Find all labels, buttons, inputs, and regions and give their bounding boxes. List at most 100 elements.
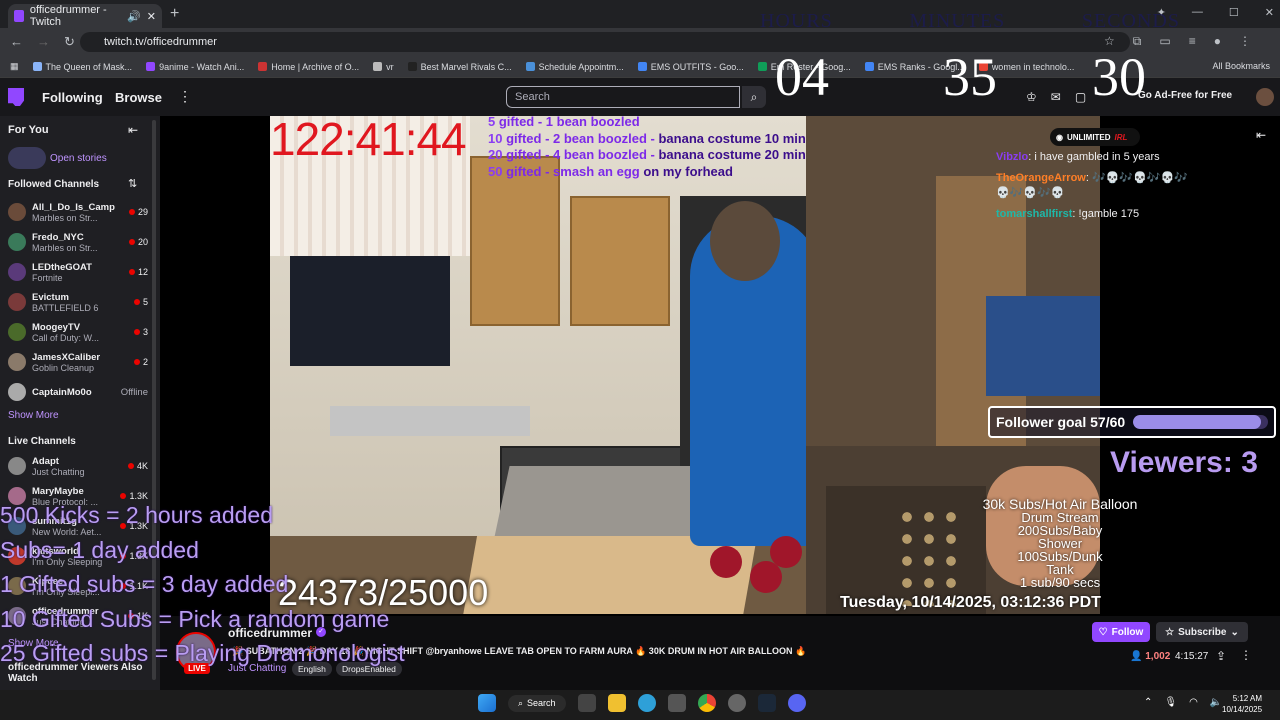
milestone-line: 1 sub/90 secs	[1019, 575, 1101, 590]
inbox-icon[interactable]: ✉	[1051, 90, 1061, 104]
collapse-sidebar-icon[interactable]: ⇤	[128, 123, 138, 137]
minimize-button[interactable]: —	[1192, 6, 1203, 19]
bookmark-item[interactable]: The Queen of Mask...	[32, 62, 132, 72]
unlimited-irl-badge: ◉ UNLIMITED IRL	[1050, 128, 1140, 146]
close-tab-icon[interactable]: ✕	[147, 10, 156, 23]
chevron-up-icon[interactable]: ⌃	[1144, 697, 1152, 708]
sidebar-channel[interactable]: Fredo_NYC Marbles on Str... 20	[8, 228, 148, 256]
viewer-count: 2	[134, 357, 148, 367]
system-tray: ⌃ 🎙 ◠ 🔈	[1144, 697, 1222, 708]
sort-icon[interactable]: ⇅	[128, 177, 137, 190]
kick-rule-line: 25 Gifted subs = Playing Dramonologist	[0, 640, 405, 666]
stream-datetime: Tuesday, 10/14/2025, 03:12:36 PDT	[840, 594, 1101, 611]
speaker-icon[interactable]: 🔊	[127, 10, 141, 23]
all-bookmarks[interactable]: All Bookmarks	[1212, 61, 1270, 71]
bookmark-item[interactable]: Schedule Appointm...	[525, 62, 624, 72]
crown-icon[interactable]: ♔	[1026, 90, 1037, 104]
timer-minutes: 35	[943, 47, 997, 107]
sidebar-channel[interactable]: MoogeyTV Call of Duty: W... 3	[8, 318, 148, 346]
user-avatar[interactable]	[1256, 88, 1274, 106]
app-icon[interactable]	[727, 694, 746, 712]
chat-username[interactable]: TheOrangeArrow	[996, 172, 1086, 184]
bookmark-item[interactable]: Home | Archive of O...	[258, 62, 359, 72]
show-more-followed[interactable]: Show More	[8, 410, 59, 421]
close-window-button[interactable]: ✕	[1265, 6, 1274, 19]
task-view-icon[interactable]	[577, 694, 596, 712]
avatar	[8, 323, 26, 341]
cast-icon[interactable]: ▭	[1159, 34, 1170, 49]
more-options-icon[interactable]: ⋮	[1240, 648, 1252, 662]
kick-rule-line: Subs= 1 day added	[0, 536, 199, 563]
volume-icon[interactable]: 🔈	[1210, 697, 1222, 708]
bookmark-item[interactable]: 9anime - Watch Ani...	[146, 62, 244, 72]
channel-name: MoogeyTV	[32, 321, 81, 333]
bookmark-item[interactable]: Best Marvel Rivals C...	[407, 62, 512, 72]
channel-category: Marbles on Str...	[32, 242, 98, 253]
minutes-label: MINUTES	[909, 10, 1006, 32]
maximize-button[interactable]: ☐	[1229, 6, 1239, 19]
timer-seconds: 30	[1092, 47, 1146, 107]
whispers-icon[interactable]: ▢	[1075, 90, 1086, 104]
search-input[interactable]: Search	[506, 86, 740, 108]
edge-icon[interactable]	[637, 694, 656, 712]
sidebar-channel[interactable]: Adapt Just Chatting 4K	[8, 452, 148, 480]
sidebar-item-offline[interactable]: CaptainMo0o Offline	[8, 378, 148, 406]
media-icon[interactable]: ≡	[1189, 34, 1196, 49]
new-tab-button[interactable]: +	[170, 5, 179, 23]
gift-reward-line: 20 gifted - 4 bean boozled - banana cost…	[488, 147, 806, 162]
reload-icon[interactable]: ↻	[64, 34, 75, 50]
nav-following[interactable]: Following	[42, 90, 103, 105]
taskbar-clock[interactable]: 5:12 AM 10/14/2025	[1222, 693, 1262, 715]
subscribe-button[interactable]: ☆ Subscribe ⌄	[1156, 622, 1248, 642]
channel-category: Call of Duty: W...	[32, 332, 100, 343]
wifi-icon[interactable]: ◠	[1189, 697, 1198, 708]
bookmark-item[interactable]: vr	[373, 62, 394, 72]
offline-status: Offline	[120, 386, 148, 398]
avatar	[8, 263, 26, 281]
store-icon[interactable]	[667, 694, 686, 712]
nav-browse[interactable]: Browse	[115, 90, 162, 105]
sidebar-channel[interactable]: LEDtheGOAT Fortnite 12	[8, 258, 148, 286]
live-channels-heading: Live Channels	[8, 436, 76, 447]
channel-category: Fortnite	[32, 272, 63, 283]
follow-button[interactable]: ♡ Follow	[1092, 622, 1150, 642]
more-vertical-icon[interactable]: ⋮	[178, 88, 192, 105]
menu-icon[interactable]: ⋮	[1239, 34, 1251, 49]
search-icon[interactable]: ⌕	[742, 86, 766, 108]
gift-reward-line: 10 gifted - 2 bean boozled - banana cost…	[488, 130, 806, 146]
avatar	[8, 233, 26, 251]
bookmark-item[interactable]: EMS OUTFITS - Goo...	[637, 62, 744, 72]
chrome-icon[interactable]	[697, 694, 716, 712]
forward-icon[interactable]: →	[37, 34, 50, 50]
hours-label: HOURS	[760, 10, 833, 32]
follower-goal-fill	[1133, 415, 1262, 429]
collapse-chat-icon[interactable]: ⇤	[1256, 128, 1266, 142]
for-you-heading: For You	[8, 124, 49, 136]
stories-avatars[interactable]	[8, 147, 46, 169]
apps-icon[interactable]: ▦	[10, 61, 19, 72]
file-explorer-icon[interactable]	[607, 694, 626, 712]
windows-start-icon[interactable]	[478, 694, 496, 712]
mic-icon[interactable]: 🎙	[1164, 697, 1177, 708]
discord-icon[interactable]	[787, 694, 806, 712]
open-stories-link[interactable]: Open stories	[50, 153, 107, 164]
heart-icon: ♡	[1098, 626, 1108, 638]
browser-tab[interactable]: officedrummer - Twitch 🔊 ✕	[8, 4, 162, 28]
followed-channels-heading: Followed Channels	[8, 179, 100, 190]
person-icon: 👤	[1130, 651, 1143, 662]
steam-icon[interactable]	[757, 694, 776, 712]
chat-username[interactable]: Vibzlo	[996, 151, 1028, 163]
ad-free-button[interactable]: Go Ad-Free for Free	[1138, 90, 1232, 101]
nav-buttons: ← → ↻	[10, 34, 75, 50]
taskbar-search[interactable]: ⌕ Search	[508, 694, 566, 712]
follower-goal: Follower goal 57/60	[988, 406, 1276, 438]
sidebar-channel[interactable]: Evictum BATTLEFIELD 6 5	[8, 288, 148, 316]
chat-username[interactable]: tomarshallfirst	[996, 208, 1072, 220]
sidebar-channel[interactable]: All_I_Do_Is_Camp Marbles on Str... 29	[8, 198, 148, 226]
back-icon[interactable]: ←	[10, 34, 23, 50]
share-icon[interactable]: ⇪	[1216, 649, 1226, 663]
chat-message: TheOrangeArrow: 🎶💀🎶💀🎶💀🎶💀🎶💀🎶💀	[996, 171, 1196, 201]
sidebar-channel[interactable]: JamesXCaliber Goblin Cleanup 2	[8, 348, 148, 376]
channel-category: Goblin Cleanup	[32, 362, 95, 373]
profile-icon[interactable]: ●	[1214, 34, 1221, 49]
